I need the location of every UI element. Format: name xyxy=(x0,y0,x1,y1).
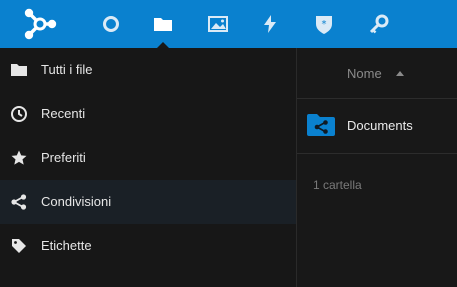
folder-icon xyxy=(10,61,28,79)
sidebar-item-all-files[interactable]: Tutti i file xyxy=(0,48,296,92)
sidebar-item-label: Preferiti xyxy=(41,150,86,165)
share-icon xyxy=(10,193,28,211)
column-header-label: Nome xyxy=(347,66,382,81)
image-icon[interactable] xyxy=(207,13,229,35)
file-list: Nome Documents 1 cartella xyxy=(297,48,457,287)
shared-folder-icon xyxy=(307,114,335,136)
sidebar: Tutti i file Recenti Preferiti Condivisi… xyxy=(0,48,297,287)
sidebar-item-label: Condivisioni xyxy=(41,194,112,209)
name-column-header[interactable]: Nome xyxy=(297,48,457,99)
sidebar-item-shares[interactable]: Condivisioni xyxy=(0,180,296,224)
sort-ascending-icon xyxy=(396,71,404,76)
sidebar-item-favorites[interactable]: Preferiti xyxy=(0,136,296,180)
sidebar-item-label: Tutti i file xyxy=(41,62,93,77)
share-network-logo-icon[interactable] xyxy=(22,6,58,42)
file-name: Documents xyxy=(347,118,413,133)
clock-icon xyxy=(10,105,28,123)
shield-star-icon[interactable]: * xyxy=(313,13,335,35)
sidebar-item-label: Recenti xyxy=(41,106,86,121)
sidebar-item-tags[interactable]: Etichette xyxy=(0,224,296,268)
star-icon xyxy=(10,149,28,167)
sidebar-item-recent[interactable]: Recenti xyxy=(0,92,296,136)
folder-icon[interactable] xyxy=(152,13,174,48)
key-icon[interactable] xyxy=(368,13,390,35)
circle-icon[interactable] xyxy=(100,13,122,35)
table-row[interactable]: Documents xyxy=(297,99,457,154)
folder-count-summary: 1 cartella xyxy=(313,178,362,192)
sidebar-item-label: Etichette xyxy=(41,238,92,253)
top-bar: * xyxy=(0,0,457,48)
lightning-icon[interactable] xyxy=(259,13,281,35)
svg-text:*: * xyxy=(322,19,327,30)
tag-icon xyxy=(10,237,28,255)
